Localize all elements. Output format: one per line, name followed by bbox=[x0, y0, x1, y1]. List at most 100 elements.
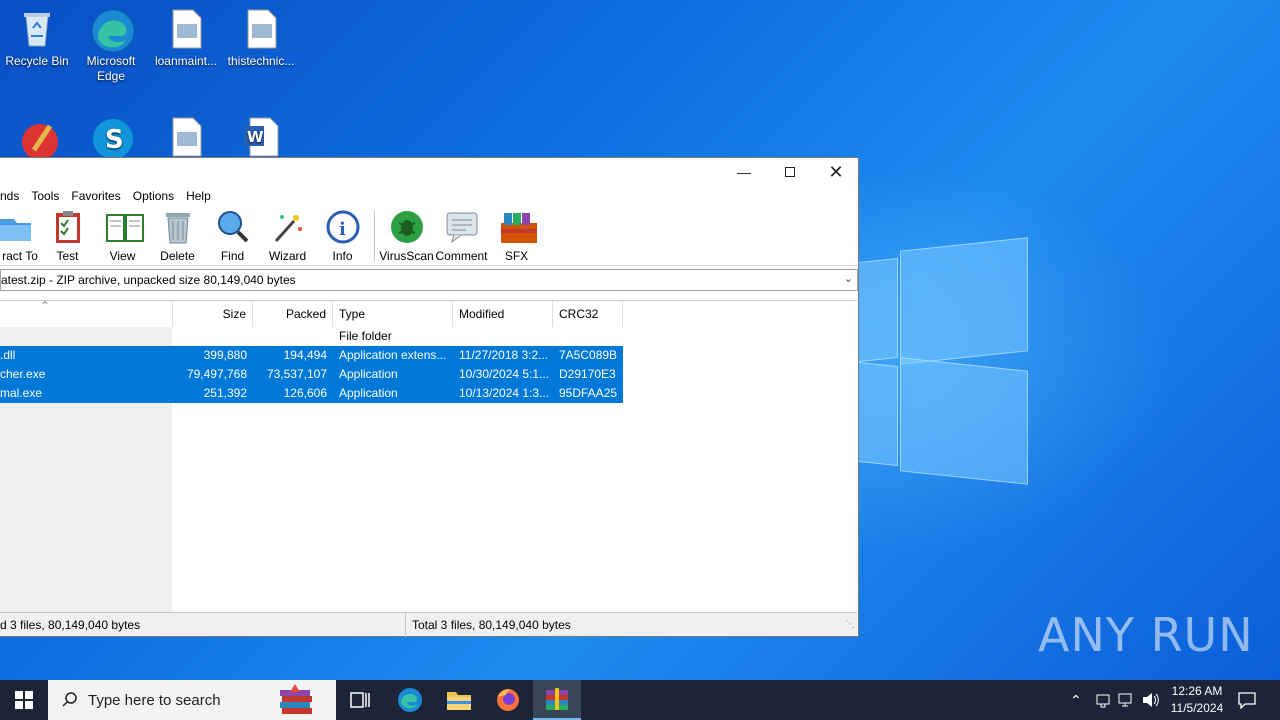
maximize-button[interactable] bbox=[767, 158, 813, 186]
word-document-icon: W bbox=[240, 116, 282, 158]
title-bar[interactable]: — ✕ bbox=[0, 158, 858, 186]
tray-network-adapter[interactable] bbox=[1095, 680, 1111, 720]
column-type[interactable]: Type bbox=[333, 301, 453, 327]
taskbar-clock[interactable]: 12:26 AM 11/5/2024 bbox=[1166, 683, 1228, 717]
volume-icon bbox=[1143, 693, 1159, 707]
clock-time: 12:26 AM bbox=[1171, 684, 1223, 698]
desktop-icon-word-doc[interactable]: W bbox=[224, 110, 298, 162]
winrar-window[interactable]: — ✕ nds Tools Favorites Options Help rac… bbox=[0, 157, 859, 637]
virusscan-button[interactable]: VirusScan bbox=[379, 206, 434, 263]
table-row[interactable]: mal.exe 251,392 126,606 Application 10/1… bbox=[0, 384, 623, 403]
info-button[interactable]: i Info bbox=[315, 206, 370, 263]
network-icon bbox=[1118, 693, 1132, 707]
sfx-button[interactable]: SFX bbox=[489, 206, 544, 263]
skype-icon: S bbox=[90, 116, 133, 159]
recycle-bin-icon bbox=[16, 8, 58, 50]
trash-icon bbox=[160, 209, 196, 245]
edge-icon bbox=[398, 688, 422, 712]
anyrun-watermark: ANY RUN bbox=[1038, 608, 1254, 662]
start-button[interactable] bbox=[0, 680, 48, 720]
sort-arrow-icon: ⌃ bbox=[40, 299, 51, 313]
image-file-icon bbox=[165, 8, 207, 50]
image-file-icon bbox=[165, 116, 207, 158]
winrar-icon bbox=[546, 688, 568, 710]
svg-text:S: S bbox=[105, 125, 124, 155]
wallpaper-windows-logo bbox=[858, 237, 1028, 485]
comment-button[interactable]: Comment bbox=[434, 206, 489, 263]
tray-volume[interactable] bbox=[1142, 680, 1160, 720]
wizard-button[interactable]: Wizard bbox=[260, 206, 315, 263]
comment-icon bbox=[444, 209, 480, 245]
menu-options[interactable]: Options bbox=[127, 189, 180, 203]
table-row[interactable]: cher.exe 79,497,768 73,537,107 Applicati… bbox=[0, 365, 623, 384]
task-view-button[interactable] bbox=[336, 680, 384, 720]
taskbar-winrar[interactable] bbox=[533, 680, 581, 720]
menu-bar: nds Tools Favorites Options Help bbox=[0, 186, 858, 206]
close-icon: ✕ bbox=[828, 161, 844, 182]
sfx-books-icon bbox=[499, 209, 537, 245]
notification-icon bbox=[1238, 692, 1256, 709]
svg-text:W: W bbox=[247, 128, 264, 146]
taskbar-firefox[interactable] bbox=[484, 680, 532, 720]
column-packed[interactable]: Packed bbox=[253, 301, 333, 327]
toolbar: ract To Test View Delete Find Wizard i I… bbox=[0, 206, 858, 266]
column-name[interactable]: ⌃ bbox=[0, 299, 173, 327]
test-clipboard-icon bbox=[50, 209, 86, 245]
virusscan-bug-icon bbox=[389, 209, 425, 245]
test-button[interactable]: Test bbox=[40, 206, 95, 263]
desktop-icon-thistechnic[interactable]: thistechnic... bbox=[224, 2, 298, 69]
path-bar[interactable]: atest.zip - ZIP archive, unpacked size 8… bbox=[0, 269, 858, 291]
column-modified[interactable]: Modified bbox=[453, 301, 553, 327]
tray-network[interactable] bbox=[1118, 680, 1136, 720]
desktop-icon-skype[interactable]: S bbox=[74, 110, 148, 162]
folder-icon bbox=[447, 692, 471, 710]
taskbar-edge[interactable] bbox=[386, 680, 434, 720]
desktop-icon-file[interactable] bbox=[149, 110, 223, 162]
menu-commands[interactable]: nds bbox=[0, 189, 25, 203]
search-placeholder: Type here to search bbox=[88, 691, 221, 709]
wizard-wand-icon bbox=[270, 209, 306, 245]
column-crc32[interactable]: CRC32 bbox=[553, 301, 623, 327]
desktop-icon-ccleaner[interactable] bbox=[0, 110, 74, 162]
image-file-icon bbox=[240, 8, 282, 50]
show-hidden-icons[interactable]: ⌃ bbox=[1070, 680, 1082, 720]
file-list[interactable]: ⌃ Size Packed Type Modified CRC32 File f… bbox=[0, 299, 857, 613]
action-center-button[interactable] bbox=[1238, 680, 1256, 720]
windows-icon bbox=[15, 691, 33, 709]
table-row[interactable]: .dll 399,880 194,494 Application extens.… bbox=[0, 346, 623, 365]
menu-tools[interactable]: Tools bbox=[25, 189, 65, 203]
firefox-icon bbox=[497, 689, 519, 711]
view-book-icon bbox=[105, 209, 144, 245]
taskbar-file-explorer[interactable] bbox=[435, 680, 483, 720]
view-button[interactable]: View bbox=[95, 206, 150, 263]
find-button[interactable]: Find bbox=[205, 206, 260, 263]
edge-icon bbox=[90, 8, 135, 53]
archive-path: atest.zip - ZIP archive, unpacked size 8… bbox=[1, 273, 296, 287]
minimize-button[interactable]: — bbox=[721, 158, 767, 186]
desktop-icon-recycle-bin[interactable]: Recycle Bin bbox=[0, 2, 74, 69]
network-adapter-icon bbox=[1096, 694, 1110, 708]
taskbar-search[interactable]: Type here to search bbox=[48, 680, 336, 720]
maximize-icon bbox=[785, 167, 795, 177]
extract-to-button[interactable]: ract To bbox=[0, 206, 40, 263]
resize-grip-icon[interactable]: ⋱ bbox=[845, 619, 855, 631]
winrar-books-icon bbox=[278, 684, 314, 719]
chevron-up-icon: ⌃ bbox=[1070, 691, 1082, 708]
menu-help[interactable]: Help bbox=[180, 189, 217, 203]
info-icon: i bbox=[325, 209, 361, 245]
minimize-icon: — bbox=[737, 164, 751, 180]
status-total: Total 3 files, 80,149,040 bytes bbox=[412, 618, 571, 632]
close-button[interactable]: ✕ bbox=[813, 158, 859, 186]
ccleaner-icon bbox=[16, 116, 58, 160]
extract-folder-icon bbox=[0, 209, 36, 245]
column-size[interactable]: Size bbox=[173, 301, 253, 327]
chevron-down-icon[interactable]: ⌄ bbox=[844, 272, 853, 285]
menu-favorites[interactable]: Favorites bbox=[65, 189, 126, 203]
clock-date: 11/5/2024 bbox=[1170, 701, 1224, 715]
svg-text:i: i bbox=[339, 219, 346, 240]
desktop-icon-microsoft-edge[interactable]: Microsoft Edge bbox=[74, 2, 148, 84]
desktop-icon-loanmaint[interactable]: loanmaint... bbox=[149, 2, 223, 69]
list-header: ⌃ Size Packed Type Modified CRC32 bbox=[0, 299, 857, 327]
delete-button[interactable]: Delete bbox=[150, 206, 205, 263]
table-row[interactable]: File folder bbox=[0, 327, 623, 346]
